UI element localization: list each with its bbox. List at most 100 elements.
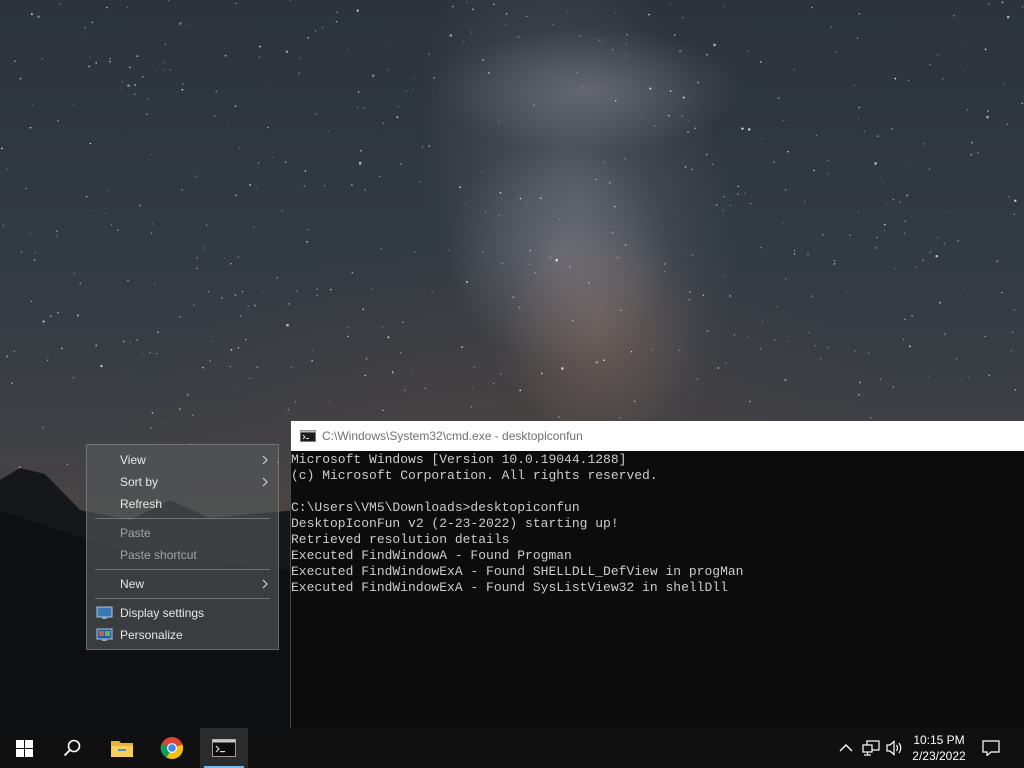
volume-button[interactable]: [885, 738, 905, 758]
show-hidden-icons-button[interactable]: [836, 738, 856, 758]
chrome-button[interactable]: [148, 728, 196, 768]
menu-item-new[interactable]: New: [87, 573, 278, 595]
star: [382, 122, 385, 125]
star: [111, 224, 113, 226]
star: [254, 304, 256, 307]
star: [72, 103, 74, 105]
star: [379, 175, 381, 177]
star: [220, 297, 223, 299]
window-titlebar[interactable]: C:\Windows\System32\cmd.exe - desktopico…: [291, 421, 1024, 451]
menu-item-label: Personalize: [120, 628, 183, 642]
console-line: DesktopIconFun v2 (2-23-2022) starting u…: [291, 516, 619, 531]
star: [484, 211, 487, 213]
console-output[interactable]: Microsoft Windows [Version 10.0.19044.12…: [291, 452, 1024, 728]
star: [787, 341, 789, 343]
window-title: C:\Windows\System32\cmd.exe - desktopico…: [322, 429, 583, 443]
star: [854, 350, 857, 352]
star: [599, 310, 602, 312]
star: [693, 146, 695, 148]
star: [362, 308, 365, 311]
star: [58, 3, 61, 6]
star: [706, 330, 709, 333]
star: [449, 34, 452, 37]
star: [827, 346, 830, 349]
star: [402, 321, 404, 324]
star: [461, 346, 464, 349]
star: [614, 205, 616, 208]
windows-start-icon: [15, 739, 33, 757]
star: [813, 169, 815, 172]
star: [526, 201, 528, 203]
star: [388, 41, 390, 44]
star: [729, 295, 732, 297]
menu-item-paste-shortcut[interactable]: Paste shortcut: [87, 544, 278, 566]
menu-separator: [95, 518, 270, 519]
star: [892, 386, 895, 388]
star: [857, 117, 860, 119]
search-button[interactable]: [48, 728, 96, 768]
star: [794, 250, 796, 252]
star: [681, 115, 684, 117]
start-button[interactable]: [0, 728, 48, 768]
star: [151, 412, 154, 414]
star: [943, 332, 946, 336]
star: [182, 83, 184, 85]
star: [733, 334, 736, 336]
menu-item-view[interactable]: View: [87, 449, 278, 471]
star: [1006, 15, 1010, 19]
star: [370, 288, 373, 290]
star: [498, 214, 500, 217]
star: [196, 257, 199, 259]
star: [61, 347, 63, 350]
star: [419, 181, 421, 183]
menu-item-paste[interactable]: Paste: [87, 522, 278, 544]
star: [953, 14, 955, 17]
star: [262, 290, 264, 292]
star: [211, 340, 213, 342]
star: [858, 393, 860, 396]
file-explorer-button[interactable]: [98, 728, 146, 768]
menu-item-refresh[interactable]: Refresh: [87, 493, 278, 515]
menu-item-sort-by[interactable]: Sort by: [87, 471, 278, 493]
star: [612, 231, 614, 234]
star: [902, 338, 905, 340]
star: [360, 149, 362, 152]
star: [1001, 1, 1004, 4]
network-button[interactable]: [861, 738, 881, 758]
clock-date: 2/23/2022: [912, 749, 966, 763]
star: [808, 331, 810, 334]
console-line: Executed FindWindowExA - Found SHELLDLL_…: [291, 564, 744, 579]
star: [85, 195, 88, 198]
star: [237, 346, 240, 349]
star: [759, 348, 762, 350]
star: [405, 90, 407, 92]
star: [935, 254, 938, 258]
star: [270, 87, 272, 89]
star: [391, 372, 394, 375]
star: [20, 251, 23, 254]
star: [785, 278, 787, 280]
star: [186, 400, 188, 402]
console-line: Retrieved resolution details: [291, 532, 510, 547]
action-center-button[interactable]: [981, 738, 1001, 758]
star: [413, 77, 415, 79]
star: [608, 182, 611, 184]
command-prompt-taskbar-button[interactable]: [200, 728, 248, 768]
star: [421, 146, 424, 148]
star: [431, 291, 433, 294]
command-prompt-window[interactable]: C:\Windows\System32\cmd.exe - desktopico…: [290, 421, 1024, 728]
star: [87, 174, 89, 176]
menu-item-personalize[interactable]: Personalize: [87, 624, 278, 646]
star: [630, 350, 633, 353]
star: [602, 359, 605, 362]
clock[interactable]: 10:15 PM 2/23/2022: [905, 732, 973, 766]
star: [682, 96, 685, 99]
star: [356, 9, 359, 12]
star: [787, 150, 790, 153]
menu-item-display-settings[interactable]: Display settings: [87, 602, 278, 624]
star: [238, 147, 240, 149]
star: [151, 223, 154, 225]
star: [30, 300, 33, 303]
star: [588, 282, 590, 284]
star: [157, 331, 159, 334]
